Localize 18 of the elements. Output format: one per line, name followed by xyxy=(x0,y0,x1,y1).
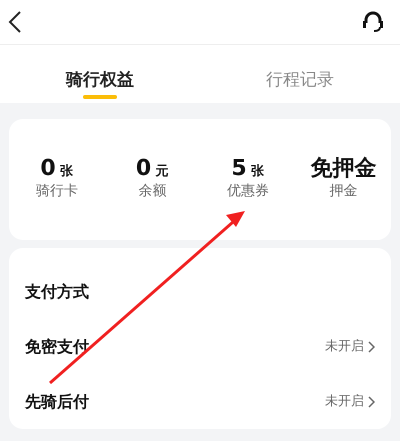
chevron-icon xyxy=(368,340,375,352)
stat-value: 0 张 xyxy=(39,156,74,182)
tab[interactable]: 骑行权益 xyxy=(25,45,175,103)
stat-label: 押金 xyxy=(328,182,358,202)
stat-value: 免押金 xyxy=(309,156,378,182)
setting-label: 支付方式 xyxy=(25,280,89,302)
stat-label: 优惠券 xyxy=(226,182,270,202)
setting-label: 先骑后付 xyxy=(25,390,89,412)
tab[interactable]: 行程记录 xyxy=(225,45,375,103)
stat-label: 余额 xyxy=(137,182,168,202)
back-icon[interactable] xyxy=(8,11,22,33)
stat-value: 5 张 xyxy=(230,156,266,182)
stat-value: 0 元 xyxy=(134,156,170,182)
chevron-icon xyxy=(368,396,375,408)
headset-icon[interactable] xyxy=(362,11,384,33)
setting-status-link[interactable]: 未开启 xyxy=(325,336,375,356)
setting-status-link[interactable]: 未开启 xyxy=(325,392,375,412)
stat-label: 骑行卡 xyxy=(34,182,79,202)
